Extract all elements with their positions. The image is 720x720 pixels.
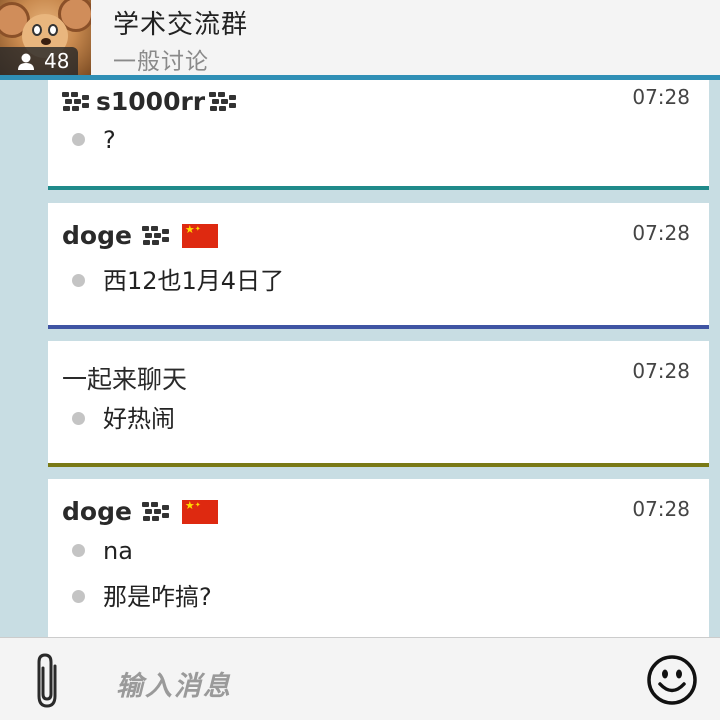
message-card[interactable]: s1000rr 07:28 ?	[48, 80, 709, 190]
message-card[interactable]: doge 07:28 西12也1月4日了	[48, 203, 709, 329]
message-card[interactable]: 一起来聊天 07:28 好热闹	[48, 341, 709, 467]
sender-name: s1000rr	[96, 87, 206, 116]
message-text: ?	[103, 126, 116, 154]
message-text: 好热闹	[103, 405, 175, 433]
message-text: 西12也1月4日了	[103, 267, 285, 295]
bbm-icon	[141, 225, 172, 246]
message-time: 07:28	[632, 85, 690, 109]
bbm-icon	[62, 91, 92, 112]
message-color-bar	[48, 463, 709, 467]
message-sender[interactable]: s1000rr	[62, 87, 239, 116]
message-text: na	[103, 537, 133, 565]
message-time: 07:28	[632, 497, 690, 521]
bbm-icon	[141, 501, 172, 522]
message-sender[interactable]: doge	[62, 497, 218, 526]
member-count-badge: 48	[0, 47, 78, 76]
message-input[interactable]: 输入消息	[116, 664, 232, 703]
person-icon	[18, 53, 34, 70]
bullet-icon	[72, 589, 85, 603]
message-text: 那是咋搞?	[103, 583, 212, 611]
message-line: na	[72, 537, 133, 565]
message-line: 好热闹	[72, 399, 175, 434]
message-composer: 输入消息	[0, 637, 720, 720]
message-color-bar	[48, 186, 709, 190]
paperclip-icon[interactable]	[33, 652, 63, 710]
message-time: 07:28	[632, 221, 690, 245]
message-sender[interactable]: doge	[62, 221, 218, 250]
bullet-icon	[72, 543, 85, 557]
chat-header: 48 学术交流群 一般讨论	[0, 0, 720, 77]
message-card[interactable]: doge 07:28 na 那是咋搞?	[48, 479, 709, 639]
message-color-bar	[48, 325, 709, 329]
smiley-icon[interactable]	[646, 654, 698, 706]
group-avatar[interactable]: 48	[0, 0, 91, 76]
message-time: 07:28	[632, 359, 690, 383]
sender-name: 一起来聊天	[62, 365, 188, 394]
group-title: 学术交流群	[113, 10, 249, 40]
sender-name: doge	[62, 497, 132, 526]
group-subtitle: 一般讨论	[113, 49, 209, 75]
message-line: 西12也1月4日了	[72, 261, 284, 296]
bullet-icon	[72, 411, 85, 425]
china-flag-icon	[181, 499, 218, 524]
message-line: 那是咋搞?	[72, 577, 212, 612]
china-flag-icon	[181, 223, 218, 248]
bullet-icon	[72, 273, 85, 287]
message-sender[interactable]: 一起来聊天	[62, 360, 187, 396]
sender-name: doge	[62, 221, 132, 250]
bbm-icon	[209, 91, 239, 112]
message-line: ?	[72, 126, 116, 154]
member-count: 48	[44, 49, 70, 73]
bullet-icon	[72, 132, 85, 146]
